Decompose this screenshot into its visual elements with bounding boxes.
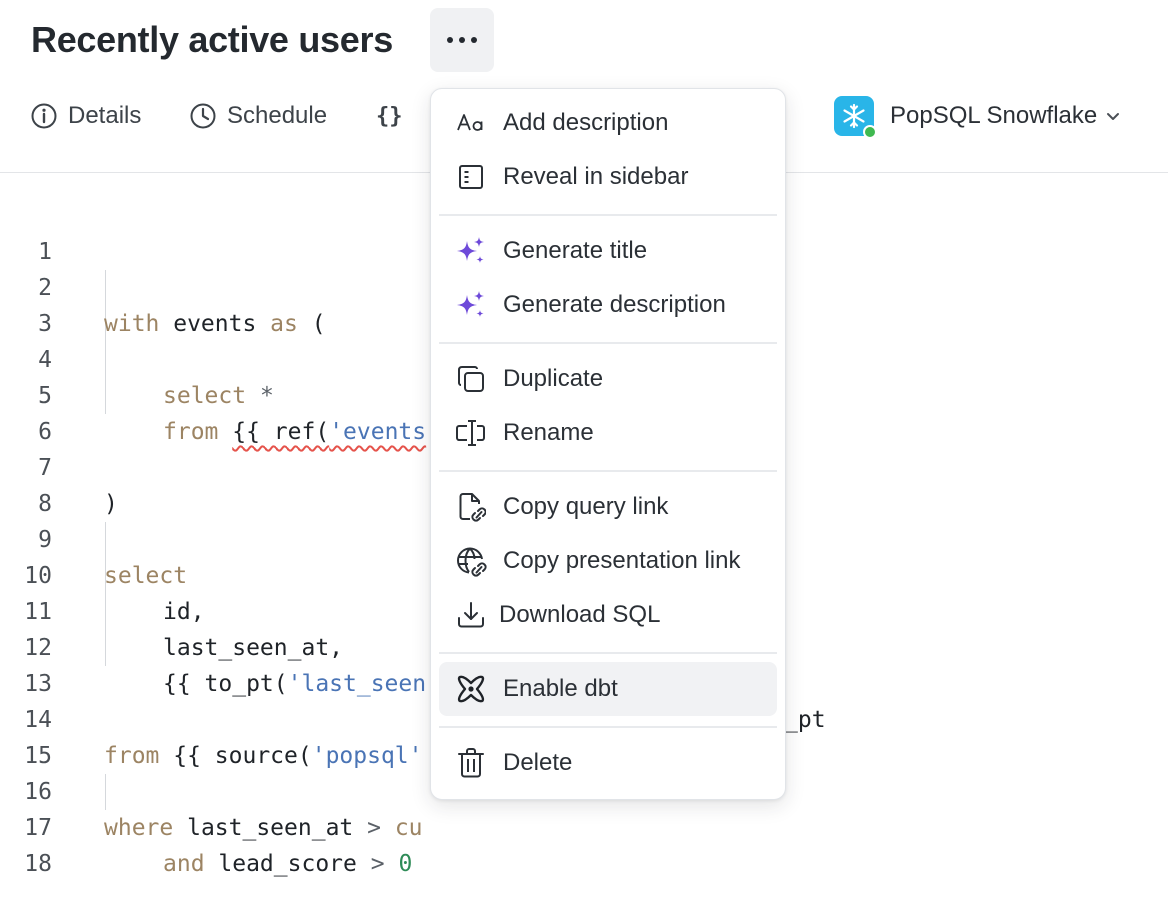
line-number: 18 [24,851,52,877]
menu-item-label: Duplicate [503,365,604,392]
sparkles-icon [455,289,487,321]
menu-item-delete[interactable]: Delete [439,736,777,790]
menu-item-reveal-in-sidebar[interactable]: Reveal in sidebar [439,150,777,204]
menu-item-generate-title[interactable]: Generate title [439,224,777,278]
tab-params[interactable]: {} [376,96,403,136]
braces-icon: {} [376,103,403,129]
more-options-button[interactable] [430,8,494,72]
menu-item-add-description[interactable]: Add description [439,96,777,150]
connection-selector[interactable]: PopSQL Snowflake [834,96,1121,139]
sidebar-icon [455,161,487,193]
download-icon [455,599,487,631]
text-aa-icon [455,107,487,139]
menu-item-enable-dbt[interactable]: Enable dbt [439,662,777,716]
connection-status-dot [863,125,877,139]
menu-divider [439,214,777,216]
menu-item-label: Rename [503,419,594,446]
ellipsis-icon [447,37,477,43]
menu-divider [439,652,777,654]
connection-name: PopSQL Snowflake [890,102,1098,129]
snowflake-icon [843,103,865,129]
menu-item-copy-presentation-link[interactable]: Copy presentation link [439,534,777,588]
file-link-icon [455,491,487,523]
menu-item-label: Add description [503,109,669,136]
sparkles-icon [455,235,487,267]
copy-icon [455,363,487,395]
code-line: 18 [0,810,1168,877]
text-cursor-icon [455,417,487,449]
menu-item-label: Copy query link [503,493,669,520]
menu-item-generate-description[interactable]: Generate description [439,278,777,332]
operator: > [370,851,385,877]
menu-divider [439,726,777,728]
menu-divider [439,342,777,344]
query-actions-menu: Add description Reveal in sidebar Genera… [430,88,786,800]
menu-item-copy-query-link[interactable]: Copy query link [439,480,777,534]
tab-schedule[interactable]: Schedule [189,96,327,136]
tab-details[interactable]: Details [30,96,141,136]
menu-item-label: Generate description [503,291,726,318]
page-title: Recently active users [31,19,393,60]
menu-divider [439,470,777,472]
dbt-icon [455,673,487,705]
menu-item-download-sql[interactable]: Download SQL [439,588,777,642]
menu-item-label: Reveal in sidebar [503,163,689,190]
clock-icon [190,103,216,129]
menu-item-duplicate[interactable]: Duplicate [439,352,777,406]
globe-link-icon [455,545,487,577]
identifier: lead_score [204,851,371,877]
tab-label: Schedule [227,102,328,129]
chevron-down-icon [1107,113,1120,120]
trash-icon [455,747,487,779]
keyword: and [163,851,205,877]
menu-item-label: Download SQL [499,601,661,628]
tab-label: Details [68,102,142,129]
info-circle-icon [31,103,57,129]
menu-item-label: Delete [503,749,573,776]
menu-item-label: Copy presentation link [503,547,741,574]
connection-logo [834,96,877,139]
number-literal: 0 [398,851,413,877]
menu-item-label: Generate title [503,237,648,264]
menu-item-rename[interactable]: Rename [439,406,777,460]
menu-item-label: Enable dbt [503,675,618,702]
